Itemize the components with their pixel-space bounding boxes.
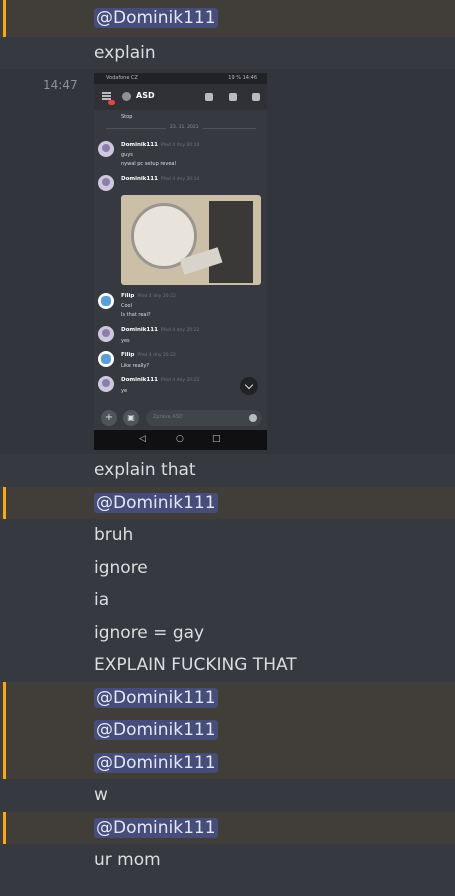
emoji-icon[interactable]	[249, 414, 257, 422]
post-time: Před 4 dny 20:22	[137, 294, 176, 299]
author-name: Dominik111	[121, 176, 158, 182]
post-line: yes	[121, 338, 130, 344]
message-row: ur mom	[0, 844, 455, 896]
scroll-down-icon[interactable]	[240, 377, 258, 395]
avatar	[98, 351, 114, 367]
carrier-label: Vodafone CZ	[106, 75, 138, 81]
message-row: ignore	[0, 552, 455, 584]
message-text: ignore = gay	[94, 623, 205, 643]
message-text: EXPLAIN FUCKING THAT	[94, 655, 297, 675]
post-time: Před 4 dny 20:14	[160, 177, 200, 182]
message-text: bruh	[94, 525, 134, 545]
input-placeholder: Zpráva ASD	[153, 414, 183, 420]
hamburger-icon	[102, 92, 111, 94]
post-line: guys	[121, 152, 133, 158]
author-name: Dominik111	[121, 142, 158, 148]
author-name: Filip	[121, 293, 135, 299]
message-row: @Dominik111	[0, 812, 455, 844]
image-attachment[interactable]: Vodafone CZ 19 % 14:46 ASD Stop 23. 11. …	[94, 73, 267, 450]
notification-badge	[108, 100, 115, 105]
avatar	[98, 376, 114, 392]
post-time: Před 4 dny 20:14	[160, 143, 200, 148]
channel-title: ASD	[136, 91, 155, 100]
call-icon	[205, 93, 213, 101]
author-name: Dominik111	[121, 327, 158, 333]
avatar	[98, 326, 114, 342]
user-mention[interactable]: @Dominik111	[94, 720, 218, 740]
message-row: w	[0, 779, 455, 812]
back-icon[interactable]: ◁	[139, 434, 146, 444]
avatar	[98, 141, 114, 157]
gift-icon[interactable]: ▣	[123, 410, 139, 426]
message-text: ia	[94, 590, 110, 610]
user-mention[interactable]: @Dominik111	[94, 493, 218, 513]
post-time: Před 4 dny 20:22	[160, 378, 200, 383]
plus-icon[interactable]: +	[101, 410, 117, 426]
post-line: ye	[121, 388, 128, 394]
battery-time-label: 19 % 14:46	[228, 75, 257, 81]
author-name: Filip	[121, 352, 135, 358]
members-icon	[252, 93, 260, 101]
message-row: EXPLAIN FUCKING THAT	[0, 649, 455, 682]
post-line: nywal pc setup reveal	[121, 161, 176, 167]
pc-setup-photo[interactable]	[121, 195, 261, 285]
avatar	[98, 175, 114, 191]
message-text: explain that	[94, 460, 196, 480]
message-row: explain that	[0, 454, 455, 487]
message-row: @Dominik111	[0, 747, 455, 779]
android-nav-bar: ◁ ○ □	[94, 430, 267, 450]
message-row: @Dominik111	[0, 0, 455, 37]
message-row: @Dominik111	[0, 682, 455, 714]
user-mention[interactable]: @Dominik111	[94, 753, 218, 773]
message-composer: + ▣ Zpráva ASD	[94, 406, 267, 430]
user-mention[interactable]: @Dominik111	[94, 8, 218, 28]
date-divider: 23. 11. 2021	[166, 125, 203, 130]
recents-icon[interactable]: □	[212, 434, 221, 444]
message-timestamp: 14:47	[43, 78, 78, 92]
post-time: Před 4 dny 20:22	[137, 353, 176, 358]
post-line: Is that real?	[121, 312, 151, 318]
status-bar: Vodafone CZ 19 % 14:46	[94, 73, 267, 84]
message-text: explain	[94, 43, 156, 63]
message-row: bruh	[0, 519, 455, 552]
message-row: ignore = gay	[0, 617, 455, 649]
user-mention[interactable]: @Dominik111	[94, 688, 218, 708]
group-icon	[122, 92, 131, 101]
user-mention[interactable]: @Dominik111	[94, 818, 218, 838]
message-text: ignore	[94, 558, 148, 578]
home-icon[interactable]: ○	[176, 434, 184, 444]
message-row: explain	[0, 37, 455, 69]
message-row: @Dominik111	[0, 714, 455, 747]
message-text: ur mom	[94, 850, 161, 870]
post-line: Like really?	[121, 363, 150, 369]
video-icon	[229, 93, 237, 101]
post-time: Před 4 dny 20:22	[160, 328, 200, 333]
message-text: Stop	[121, 114, 133, 120]
message-text: w	[94, 785, 108, 805]
message-input[interactable]: Zpráva ASD	[146, 410, 262, 426]
message-row: @Dominik111	[0, 487, 455, 519]
message-row: ia	[0, 584, 455, 617]
channel-header: ASD	[94, 84, 267, 110]
avatar	[98, 293, 114, 309]
author-name: Dominik111	[121, 377, 158, 383]
post-line: Cool	[121, 303, 132, 309]
